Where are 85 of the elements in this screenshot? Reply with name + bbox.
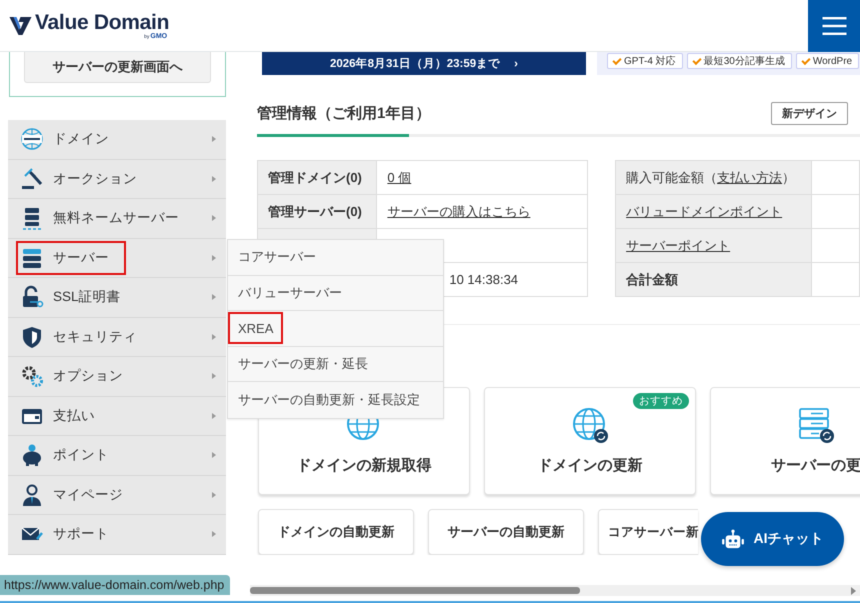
action-button[interactable]: コアサーバー新 [598, 509, 698, 555]
feature-tag: WordPre [796, 53, 860, 69]
server-renew-icon [797, 406, 835, 444]
deadline-text: 2026年8月31日（月）23:59まで [330, 56, 500, 71]
caret-icon [212, 215, 216, 222]
renew-button[interactable]: サーバーの更新画面へ [24, 52, 211, 83]
sidebar-item-label: セキュリティ [53, 328, 137, 346]
sidebar-item[interactable]: 無料ネームサーバー [8, 199, 226, 238]
padlock-icon [20, 285, 44, 310]
v-logo-icon [8, 14, 33, 36]
submenu-item[interactable]: XREA [228, 311, 443, 347]
gear-icon [20, 364, 44, 388]
sidebar-item[interactable]: ドメイン [8, 120, 226, 160]
menu-icon [822, 16, 846, 34]
sidebar-item[interactable]: セキュリティ [8, 318, 226, 357]
caret-icon [212, 294, 216, 300]
caret-icon [212, 176, 216, 182]
table-header-cell: 管理サーバー(0) [258, 194, 377, 228]
points-link[interactable]: サーバーポイント [626, 238, 730, 252]
feature-tag: 最短30分記事生成 [686, 53, 792, 69]
table-header-cell: 合計金額 [616, 262, 812, 296]
table-header-cell: 購入可能金額（支払い方法） [616, 160, 812, 194]
submenu-label: バリューサーバー [237, 284, 343, 302]
caret-icon [212, 452, 216, 458]
sidebar-item-label: サーバー [53, 248, 109, 267]
sidebar-item-label: マイページ [53, 486, 123, 504]
caret-icon [212, 254, 216, 261]
table-link[interactable]: 0 個 [387, 170, 412, 184]
payment-method-link[interactable]: 支払い方法 [717, 170, 782, 184]
sidebar-item[interactable]: マイページ [8, 476, 226, 515]
sidebar-item-label: ドメイン [53, 130, 109, 148]
action-card-label: ドメインの更新 [538, 456, 642, 475]
caret-icon [212, 136, 216, 142]
sidebar-item-label: オプション [53, 367, 123, 386]
action-card-label: ドメインの新規取得 [296, 456, 432, 475]
logo-text: Value Domain [35, 12, 170, 34]
submenu-item[interactable]: サーバーの更新・延長 [228, 346, 443, 382]
globe-icon [20, 127, 44, 152]
menu-button[interactable] [808, 0, 860, 52]
caret-icon [212, 492, 216, 498]
table-link[interactable]: サーバーの購入はこちら [387, 204, 530, 218]
table-cell [811, 262, 860, 296]
caret-icon [212, 531, 216, 538]
action-button[interactable]: ドメインの自動更新 [258, 509, 414, 555]
sidebar-item[interactable]: SSL証明書 [8, 278, 226, 318]
points-link[interactable]: バリュードメインポイント [626, 204, 782, 218]
sidebar-item-label: 支払い [53, 406, 95, 425]
robot-icon [722, 529, 744, 549]
sidebar-item[interactable]: 支払い [8, 396, 226, 436]
submenu-item[interactable]: コアサーバー [228, 240, 443, 276]
server-stack-icon [20, 206, 44, 230]
new-design-button[interactable]: 新デザイン [771, 102, 848, 125]
submenu-label: コアサーバー [237, 248, 317, 266]
table-header-cell: 管理ドメイン(0) [258, 160, 377, 194]
caret-icon [212, 373, 216, 380]
chevron-icon: › [514, 58, 518, 70]
submenu-item[interactable]: バリューサーバー [228, 276, 443, 312]
sidebar-item-label: ポイント [53, 446, 109, 464]
caret-icon [212, 334, 216, 340]
sidebar-item-label: オークション [53, 170, 137, 188]
sidebar-item[interactable]: オークション [8, 160, 226, 199]
sidebar-item-label: 無料ネームサーバー [53, 209, 179, 228]
gavel-icon [20, 166, 44, 191]
shield-icon [20, 324, 44, 349]
ai-chat-button[interactable]: AIチャット [701, 512, 844, 566]
sidebar-item[interactable]: サーバー [8, 238, 226, 278]
status-url: https://www.value-domain.com/web.php [0, 575, 230, 595]
sidebar-item[interactable]: オプション [8, 357, 226, 396]
submenu-label: サーバーの更新・延長 [237, 355, 369, 374]
person-icon [20, 482, 44, 507]
sidebar-item[interactable]: サポート [8, 515, 226, 554]
globe-renew-icon [571, 406, 609, 444]
section-tab[interactable]: 管理情報（ご利用1年目） [257, 104, 430, 123]
recommended-badge: おすすめ [633, 393, 689, 409]
horizontal-scrollbar[interactable] [250, 585, 860, 596]
sidebar-item-label: SSL証明書 [53, 288, 121, 306]
highlighted-submenu-label: XREA [228, 312, 284, 344]
table-cell [811, 160, 860, 194]
caret-icon [212, 412, 216, 419]
action-card[interactable]: おすすめ ドメインの更新 [484, 387, 696, 495]
deadline-banner[interactable]: 2026年8月31日（月）23:59まで › [262, 52, 586, 75]
action-button[interactable]: サーバーの自動更新 [428, 509, 584, 555]
sidebar-item[interactable]: ポイント [8, 436, 226, 476]
sidebar-item-label: サポート [53, 525, 109, 544]
feature-tag: GPT-4 対応 [607, 53, 683, 69]
